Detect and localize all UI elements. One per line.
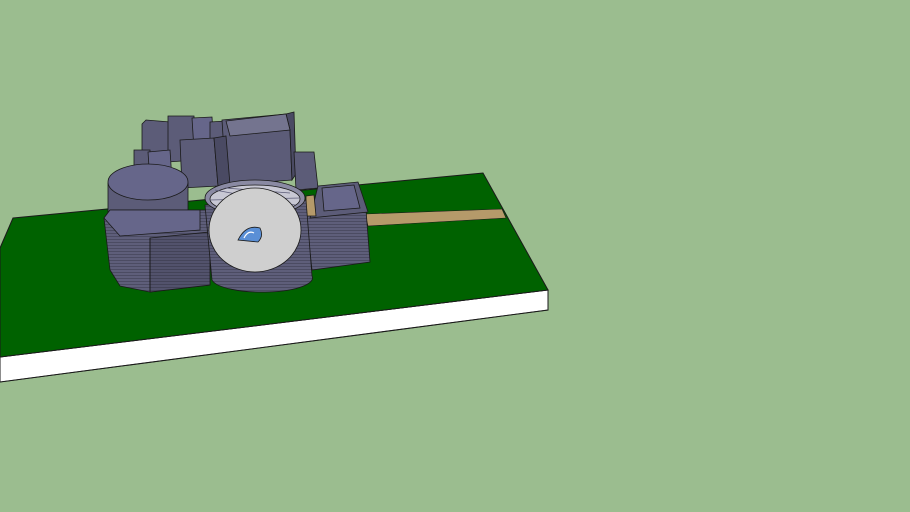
right-square-tower xyxy=(305,181,371,271)
main-drum-tower xyxy=(204,179,313,293)
model-viewport xyxy=(0,0,910,512)
left-curtain-wall xyxy=(103,209,211,293)
